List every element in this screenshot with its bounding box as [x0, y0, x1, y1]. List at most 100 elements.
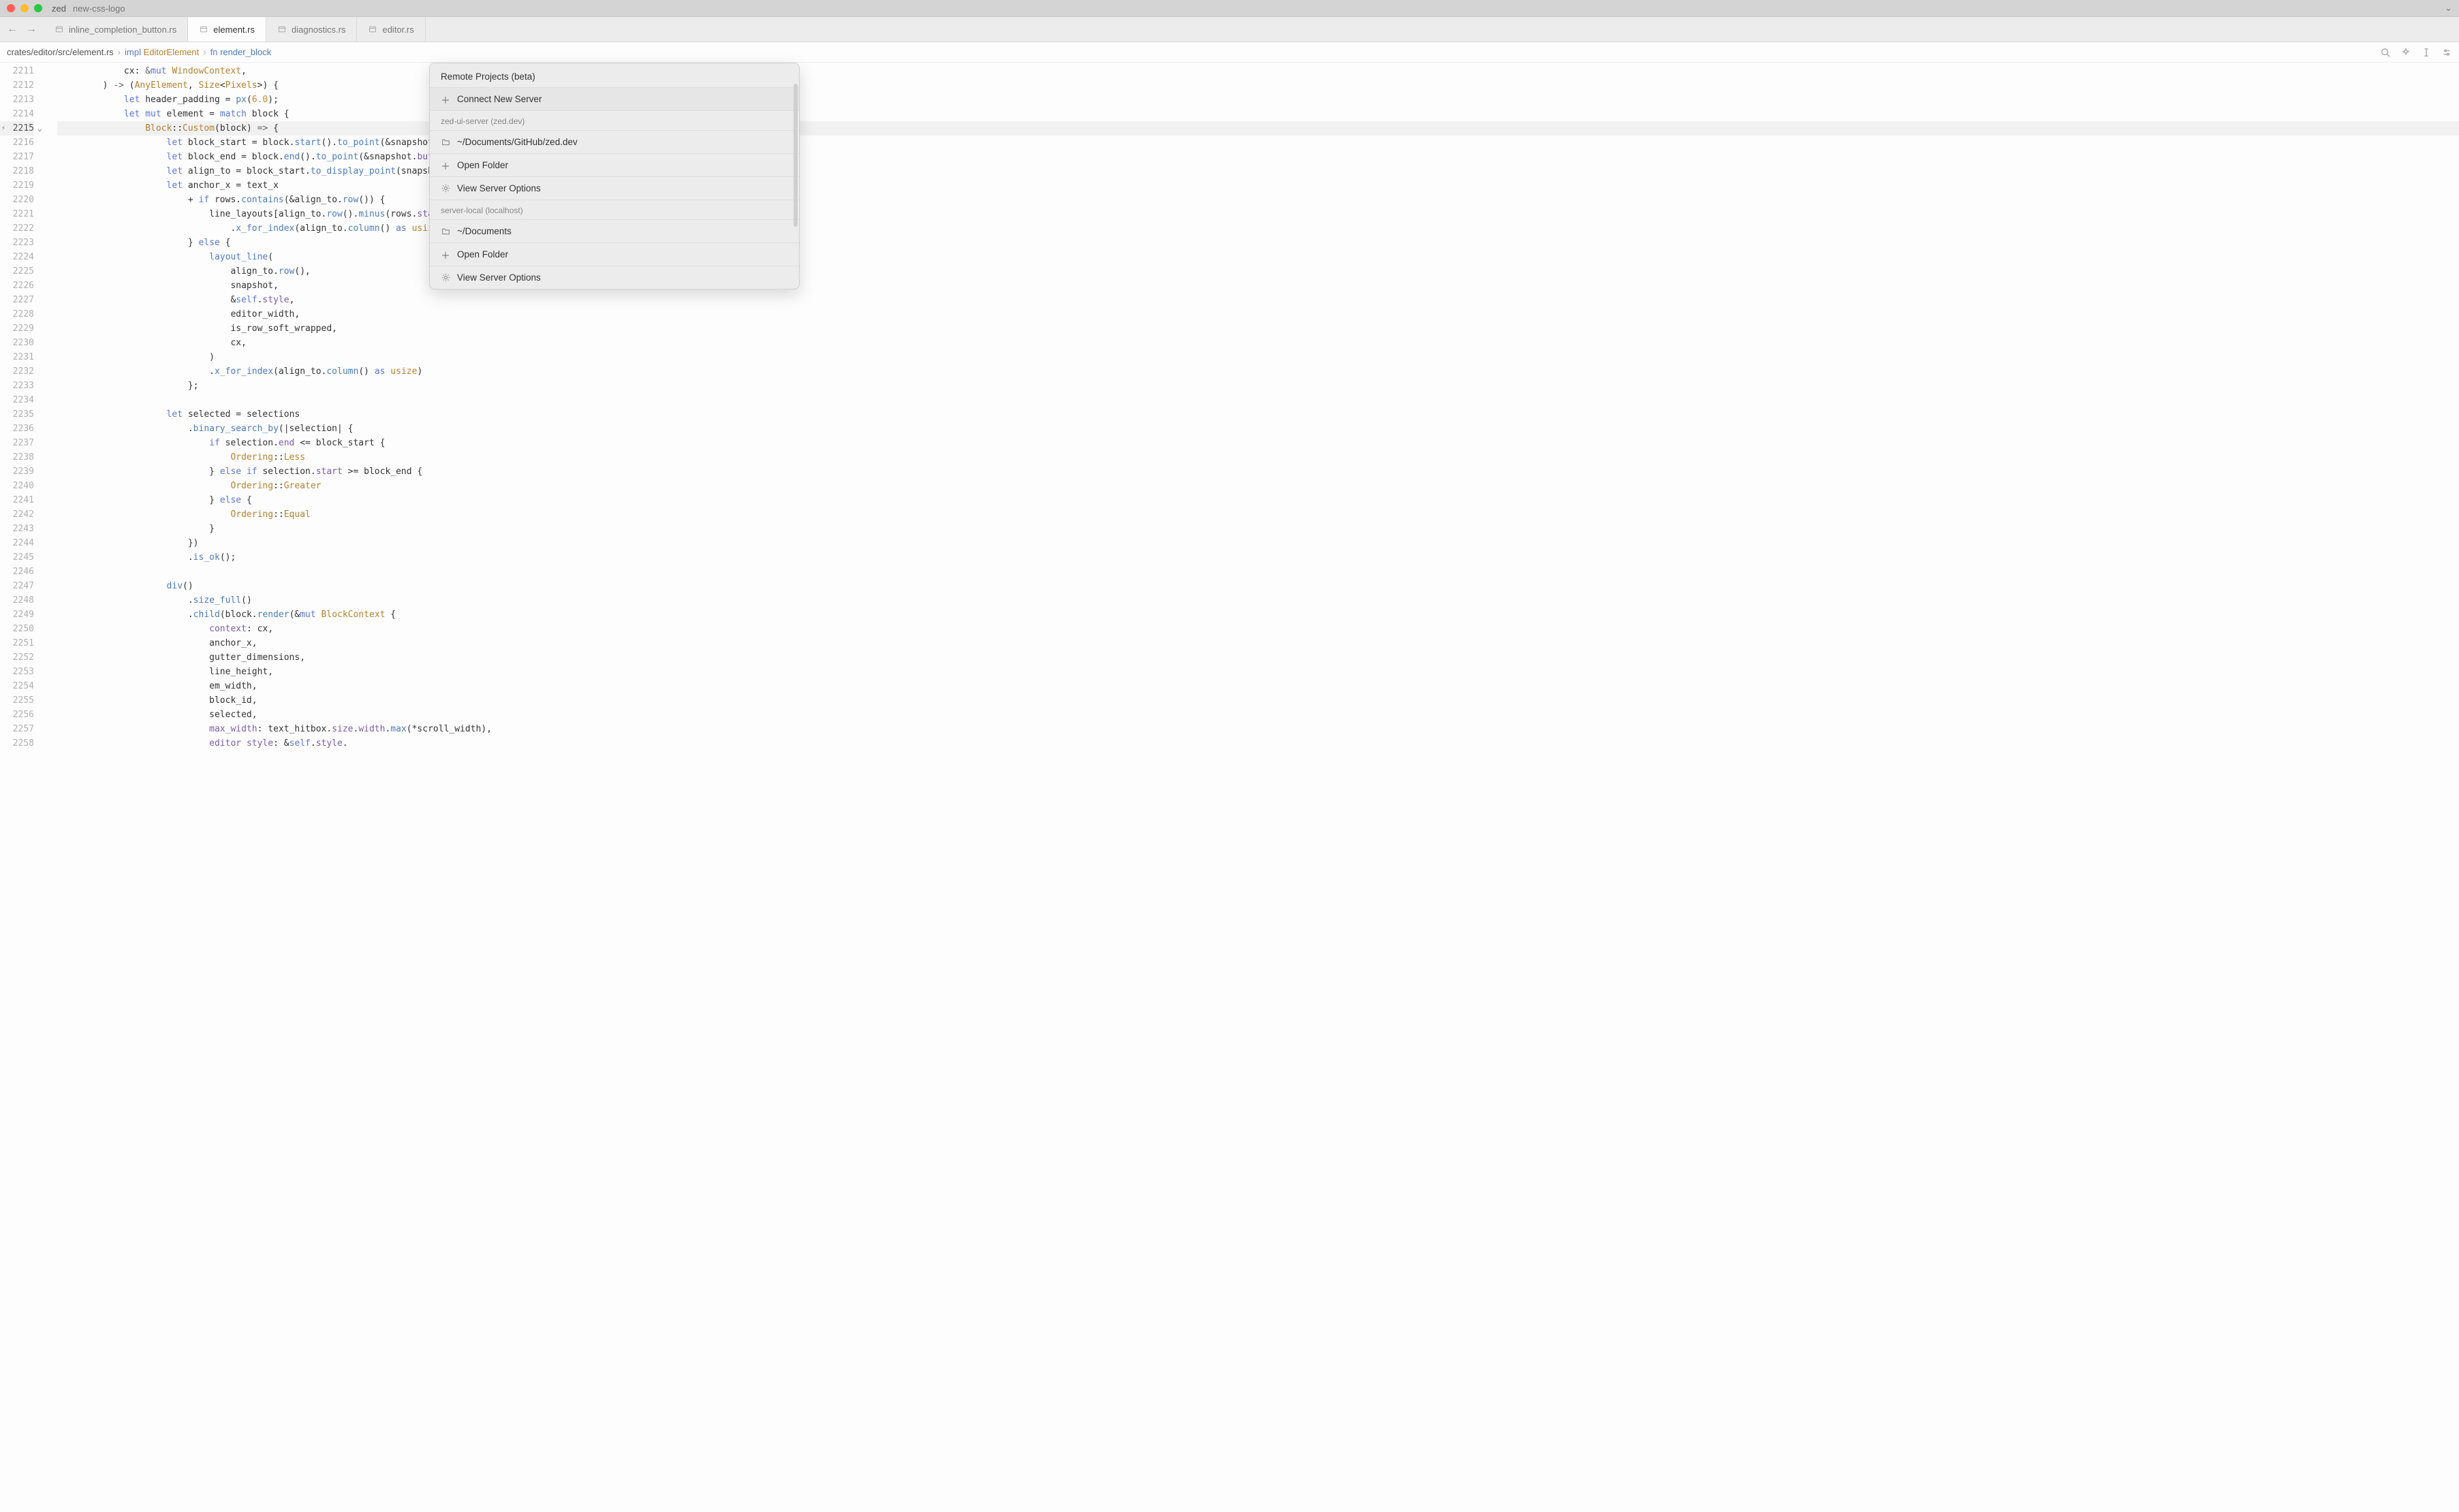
- line-number[interactable]: 2240: [0, 479, 34, 493]
- code-line[interactable]: .x_for_index(align_to.column() as usize): [57, 364, 2459, 379]
- line-number[interactable]: 2239: [0, 464, 34, 479]
- tab-editor-rs[interactable]: editor.rs: [357, 17, 425, 42]
- code-line[interactable]: if selection.end <= block_start {: [57, 436, 2459, 450]
- line-number[interactable]: 2246: [0, 565, 34, 579]
- code-line[interactable]: .binary_search_by(|selection| {: [57, 422, 2459, 436]
- line-number[interactable]: 2229: [0, 321, 34, 336]
- code-line[interactable]: Ordering::Greater: [57, 479, 2459, 493]
- code-line[interactable]: Ordering::Equal: [57, 507, 2459, 522]
- popup-item-open-folder[interactable]: ＋Open Folder: [430, 153, 799, 176]
- tab-inline_completion_button-rs[interactable]: inline_completion_button.rs: [44, 17, 188, 42]
- code-line[interactable]: };: [57, 379, 2459, 393]
- breadcrumb-path[interactable]: crates/editor/src/element.rs: [7, 47, 114, 57]
- breadcrumb-fn-kw[interactable]: fn: [210, 47, 218, 57]
- code-line[interactable]: .child(block.render(&mut BlockContext {: [57, 608, 2459, 622]
- line-number[interactable]: 2222: [0, 221, 34, 236]
- code-line[interactable]: line_height,: [57, 665, 2459, 679]
- line-number[interactable]: 2217: [0, 150, 34, 164]
- nav-forward-button[interactable]: →: [26, 23, 37, 35]
- fold-column[interactable]: [41, 63, 57, 1512]
- line-number[interactable]: 2252: [0, 650, 34, 665]
- line-number[interactable]: 2241: [0, 493, 34, 507]
- line-number[interactable]: 2258: [0, 736, 34, 751]
- line-number[interactable]: 2243: [0, 522, 34, 536]
- code-line[interactable]: .is_ok();: [57, 550, 2459, 565]
- code-line[interactable]: let mut element = match block {: [57, 107, 2459, 121]
- assistant-icon[interactable]: [2400, 47, 2411, 58]
- code-line[interactable]: block_id,: [57, 693, 2459, 708]
- code-line[interactable]: + if rows.contains(&align_to.row()) {: [57, 193, 2459, 207]
- code-line[interactable]: } else {: [57, 236, 2459, 250]
- titlebar-chevron-icon[interactable]: ⌄: [2445, 3, 2452, 14]
- zoom-window-button[interactable]: [34, 4, 42, 12]
- code-line[interactable]: snapshot,: [57, 279, 2459, 293]
- code-editor[interactable]: cx: &mut WindowContext, ) -> (AnyElement…: [57, 63, 2459, 1512]
- code-line[interactable]: [57, 393, 2459, 407]
- code-line[interactable]: em_width,: [57, 679, 2459, 693]
- code-line[interactable]: .size_full(): [57, 593, 2459, 608]
- code-line[interactable]: let block_start = block.start().to_point…: [57, 136, 2459, 150]
- line-number[interactable]: 2230: [0, 336, 34, 350]
- code-line[interactable]: let anchor_x = text_x: [57, 178, 2459, 193]
- line-number[interactable]: 2247: [0, 579, 34, 593]
- line-number-gutter[interactable]: 2211221222132214221522162217221822192220…: [0, 63, 41, 1512]
- line-number[interactable]: 2236: [0, 422, 34, 436]
- code-line[interactable]: }): [57, 536, 2459, 550]
- popup-item--documents-github-zed-dev[interactable]: ~/Documents/GitHub/zed.dev: [430, 130, 799, 153]
- line-number[interactable]: 2245: [0, 550, 34, 565]
- line-number[interactable]: 2219: [0, 178, 34, 193]
- line-number[interactable]: 2251: [0, 636, 34, 650]
- code-line[interactable]: Ordering::Less: [57, 450, 2459, 464]
- tab-diagnostics-rs[interactable]: diagnostics.rs: [266, 17, 357, 42]
- line-number[interactable]: 2255: [0, 693, 34, 708]
- cursor-icon[interactable]: [2421, 47, 2432, 58]
- code-line[interactable]: cx: &mut WindowContext,: [57, 64, 2459, 78]
- line-number[interactable]: 2212: [0, 78, 34, 93]
- line-number[interactable]: 2216: [0, 136, 34, 150]
- line-number[interactable]: 2234: [0, 393, 34, 407]
- line-number[interactable]: 2218: [0, 164, 34, 178]
- code-line[interactable]: &self.style,: [57, 293, 2459, 307]
- popup-scrollbar[interactable]: [794, 84, 798, 227]
- code-line[interactable]: gutter_dimensions,: [57, 650, 2459, 665]
- line-number[interactable]: 2213: [0, 93, 34, 107]
- search-icon[interactable]: [2380, 47, 2391, 58]
- code-line[interactable]: }: [57, 522, 2459, 536]
- line-number[interactable]: 2235: [0, 407, 34, 422]
- settings-icon[interactable]: [2441, 47, 2452, 58]
- line-number[interactable]: 2257: [0, 722, 34, 736]
- code-line[interactable]: [57, 565, 2459, 579]
- close-window-button[interactable]: [7, 4, 15, 12]
- line-number[interactable]: 2224: [0, 250, 34, 264]
- line-number[interactable]: 2211: [0, 64, 34, 78]
- breadcrumb-fn-name[interactable]: render_block: [220, 47, 271, 57]
- line-number[interactable]: 2253: [0, 665, 34, 679]
- popup-item--documents[interactable]: ~/Documents: [430, 219, 799, 242]
- code-line[interactable]: div(): [57, 579, 2459, 593]
- line-number[interactable]: 2232: [0, 364, 34, 379]
- code-line[interactable]: } else if selection.start >= block_end {: [57, 464, 2459, 479]
- line-number[interactable]: 2250: [0, 622, 34, 636]
- line-number[interactable]: 2254: [0, 679, 34, 693]
- code-line[interactable]: } else {: [57, 493, 2459, 507]
- code-line[interactable]: line_layouts[align_to.row().minus(rows.s…: [57, 207, 2459, 221]
- code-line[interactable]: Block::Custom(block) => {: [57, 121, 2459, 136]
- code-line[interactable]: cx,: [57, 336, 2459, 350]
- popup-item-view-server-options[interactable]: View Server Options: [430, 176, 799, 200]
- code-line[interactable]: let block_end = block.end().to_point(&sn…: [57, 150, 2459, 164]
- minimize-window-button[interactable]: [20, 4, 29, 12]
- code-line[interactable]: is_row_soft_wrapped,: [57, 321, 2459, 336]
- line-number[interactable]: 2238: [0, 450, 34, 464]
- code-line[interactable]: layout_line(: [57, 250, 2459, 264]
- project-name[interactable]: new-css-logo: [73, 3, 125, 14]
- line-number[interactable]: 2233: [0, 379, 34, 393]
- line-number[interactable]: 2244: [0, 536, 34, 550]
- line-number[interactable]: 2237: [0, 436, 34, 450]
- popup-item-open-folder[interactable]: ＋Open Folder: [430, 242, 799, 266]
- line-number[interactable]: 2221: [0, 207, 34, 221]
- line-number[interactable]: 2242: [0, 507, 34, 522]
- code-line[interactable]: editor style: &self.style.: [57, 736, 2459, 751]
- line-number[interactable]: 2231: [0, 350, 34, 364]
- code-line[interactable]: max_width: text_hitbox.size.width.max(*s…: [57, 722, 2459, 736]
- line-number[interactable]: 2256: [0, 708, 34, 722]
